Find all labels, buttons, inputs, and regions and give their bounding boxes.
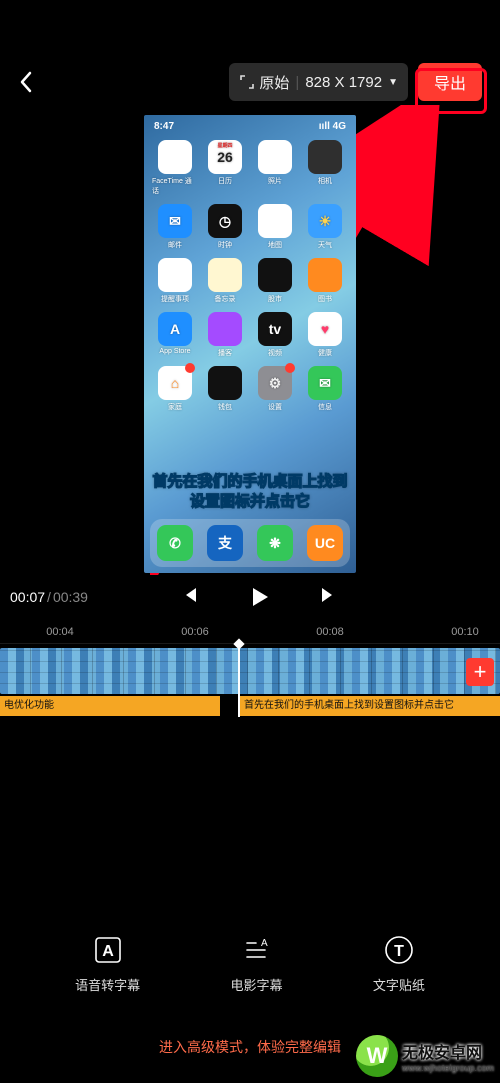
ruler-tick: 00:04 <box>46 626 74 638</box>
header: 原始 | 828 X 1792 ▼ 导出 <box>0 0 500 115</box>
tool-text-sticker[interactable]: T文字贴纸 <box>373 933 425 994</box>
play-button[interactable] <box>247 585 271 609</box>
asr-caption-icon: A <box>91 933 125 967</box>
bottom-toolbar: A语音转字幕 A电影字幕 T文字贴纸 <box>0 903 500 1023</box>
phone-dock: ✆ 支 ❋ UC <box>150 519 350 567</box>
timeline[interactable]: + 电优化功能首先在我们的手机桌面上找到设置图标并点击它 <box>0 643 500 717</box>
next-frame-button[interactable] <box>319 585 339 605</box>
dock-icon-wechat: ❋ <box>257 525 293 561</box>
app-icon: 地图 <box>252 204 298 250</box>
resolution-value: 828 X 1792 <box>305 74 382 91</box>
movie-caption-icon: A <box>239 933 273 967</box>
text-sticker-icon: T <box>382 933 416 967</box>
dock-icon-alipay: 支 <box>207 525 243 561</box>
export-button[interactable]: 导出 <box>418 63 482 101</box>
ruler-tick: 00:10 <box>451 626 479 638</box>
caption-clip[interactable]: 电优化功能 <box>0 696 220 716</box>
timecode: 00:07/00:39 <box>10 589 88 605</box>
video-preview: 8:47 ııll 4G FaceTime 通话星期四26日历照片相机 ✉︎邮件◷… <box>0 115 500 573</box>
caption-clip[interactable]: 首先在我们的手机桌面上找到设置图标并点击它 <box>240 696 500 716</box>
app-icon: ✉︎邮件 <box>152 204 198 250</box>
back-button[interactable] <box>18 70 34 101</box>
app-icon: ⌂家庭 <box>152 366 198 412</box>
svg-text:A: A <box>261 938 268 949</box>
watermark: 无极安卓网 www.wjhotelgroup.com <box>356 1035 494 1077</box>
app-icon: FaceTime 通话 <box>152 140 198 196</box>
add-clip-button[interactable]: + <box>466 658 494 686</box>
app-icon: 图书 <box>302 258 348 304</box>
timeline-ruler[interactable]: 00:04 00:06 00:08 00:10 <box>0 621 500 643</box>
app-icon: 星期四26日历 <box>202 140 248 196</box>
app-icon: 相机 <box>302 140 348 196</box>
clip-thumbnails[interactable] <box>0 648 500 694</box>
app-icon: ♥︎健康 <box>302 312 348 358</box>
tool-movie-caption[interactable]: A电影字幕 <box>230 933 282 994</box>
playback-controls: 00:07/00:39 <box>0 573 500 621</box>
prev-frame-button[interactable] <box>179 585 199 605</box>
svg-text:T: T <box>394 943 404 960</box>
app-icon: 钱包 <box>202 366 248 412</box>
preview-caption-overlay: 首先在我们的手机桌面上找到设置图标并点击它 <box>144 472 356 511</box>
aspect-ratio-selector[interactable]: 原始 | 828 X 1792 ▼ <box>229 63 408 101</box>
tool-asr-caption[interactable]: A语音转字幕 <box>75 933 140 994</box>
playhead[interactable] <box>238 644 240 717</box>
app-icon: tv视频 <box>252 312 298 358</box>
watermark-logo-icon <box>356 1035 398 1077</box>
app-icon: ✉︎信息 <box>302 366 348 412</box>
chevron-down-icon: ▼ <box>388 77 398 88</box>
phone-app-grid: FaceTime 通话星期四26日历照片相机 ✉︎邮件◷时钟地图☀︎天气提醒事项备… <box>144 134 356 412</box>
app-icon: ◷时钟 <box>202 204 248 250</box>
dock-icon-phone: ✆ <box>157 525 193 561</box>
app-icon: ⚙︎设置 <box>252 366 298 412</box>
phone-mock: 8:47 ııll 4G FaceTime 通话星期四26日历照片相机 ✉︎邮件◷… <box>144 115 356 573</box>
app-icon: 股市 <box>252 258 298 304</box>
app-icon: 备忘录 <box>202 258 248 304</box>
app-icon: AApp Store <box>152 312 198 358</box>
app-icon: 照片 <box>252 140 298 196</box>
svg-text:A: A <box>102 943 114 960</box>
phone-status-bar: 8:47 ııll 4G <box>144 115 356 134</box>
ruler-tick: 00:08 <box>316 626 344 638</box>
app-icon: 播客 <box>202 312 248 358</box>
app-icon: ☀︎天气 <box>302 204 348 250</box>
aspect-label: 原始 <box>259 72 289 93</box>
expand-icon <box>239 74 255 90</box>
ruler-tick: 00:06 <box>181 626 209 638</box>
app-icon: 提醒事项 <box>152 258 198 304</box>
dock-icon-uc: UC <box>307 525 343 561</box>
